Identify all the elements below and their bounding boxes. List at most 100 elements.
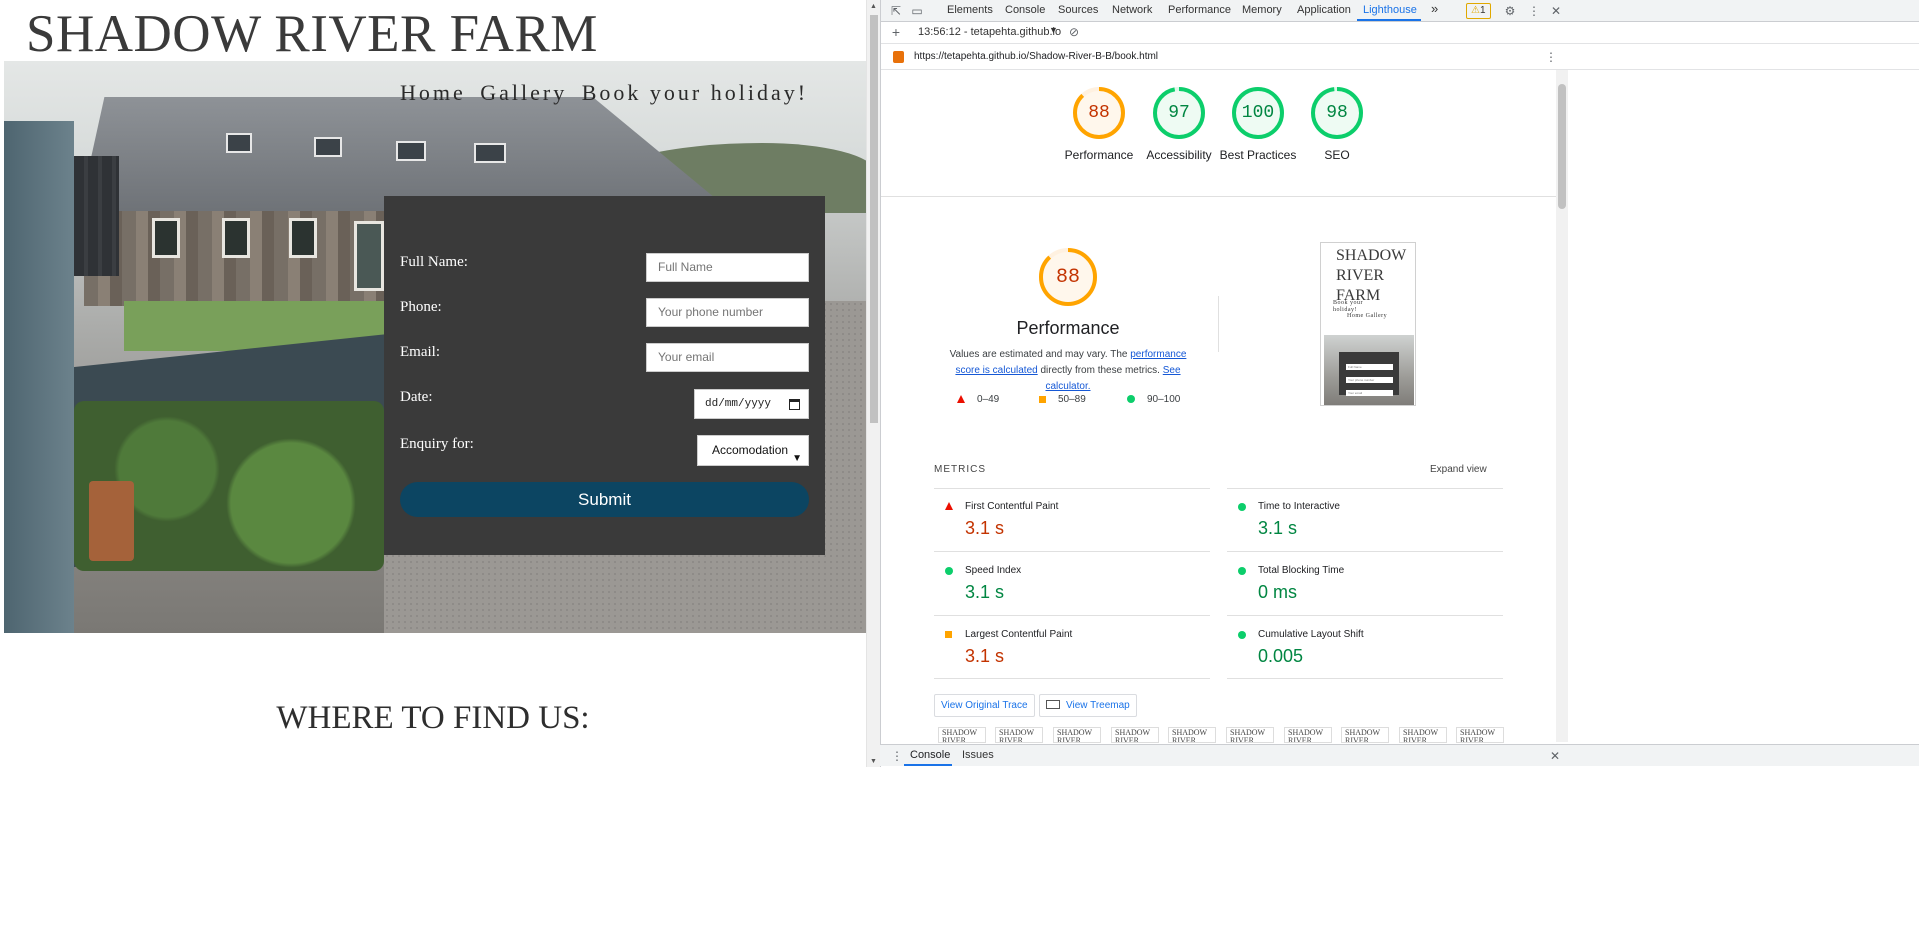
tab-sources[interactable]: Sources xyxy=(1058,4,1098,16)
metrics-heading: METRICS xyxy=(934,464,986,475)
active-tab-indicator xyxy=(1357,19,1421,21)
page-scrollbar[interactable]: ▲ ▼ xyxy=(866,0,880,767)
tab-console[interactable]: Console xyxy=(1005,4,1045,16)
full-name-input[interactable]: Full Name xyxy=(646,253,809,282)
pass-circle-icon xyxy=(1238,567,1246,575)
screenshot-field-1: Full Name xyxy=(1346,364,1393,370)
divider xyxy=(881,196,1556,197)
pass-circle-icon xyxy=(1127,395,1135,404)
pass-circle-icon xyxy=(1238,631,1246,639)
tab-application[interactable]: Application xyxy=(1297,4,1351,16)
tab-network[interactable]: Network xyxy=(1112,4,1152,16)
drawer-menu-icon[interactable]: ⋮ xyxy=(890,749,904,763)
drawer-active-indicator xyxy=(904,764,952,766)
warning-count: 1 xyxy=(1479,5,1486,16)
drawer-tab-issues[interactable]: Issues xyxy=(962,749,994,761)
screenshot-field-2: Your phone number xyxy=(1346,377,1393,383)
screenshot-nav-1: Book your holiday! xyxy=(1333,300,1363,313)
chevron-down-icon: ▼ xyxy=(792,453,802,464)
filmstrip-frame: SHADOW RIVER xyxy=(1053,727,1101,743)
scroll-up-icon[interactable]: ▲ xyxy=(870,3,877,10)
close-icon[interactable]: ✕ xyxy=(1549,4,1563,18)
legend-fail-text: 0–49 xyxy=(977,394,1000,405)
nav-gallery[interactable]: Gallery xyxy=(480,80,567,105)
enquiry-label: Enquiry for: xyxy=(400,436,474,452)
label-performance: Performance xyxy=(1064,148,1134,162)
dropdown-icon[interactable]: ▼ xyxy=(1049,25,1058,35)
drawer-tab-console[interactable]: Console xyxy=(910,749,950,761)
filmstrip-frame: SHADOW RIVER xyxy=(1284,727,1332,743)
report-url[interactable]: https://tetapehta.github.io/Shadow-River… xyxy=(914,51,1158,62)
lighthouse-toolbar: + 13:56:12 - tetapehta.github.io ▼ ⊘ xyxy=(881,22,1919,44)
performance-note: Values are estimated and may vary. The p… xyxy=(936,347,1200,395)
date-input[interactable]: dd/mm/yyyy xyxy=(694,389,809,419)
score-accessibility: 97 xyxy=(1168,103,1190,123)
score-best-practices: 100 xyxy=(1241,103,1275,123)
metric-divider xyxy=(934,488,1210,489)
label-accessibility: Accessibility xyxy=(1146,148,1212,162)
inspect-icon[interactable]: ⇱ xyxy=(889,4,903,18)
label-best-practices: Best Practices xyxy=(1219,148,1297,162)
scroll-down-icon[interactable]: ▼ xyxy=(870,758,877,765)
metric-name: Cumulative Layout Shift xyxy=(1258,629,1364,640)
vertical-divider xyxy=(1218,296,1219,352)
fail-triangle-icon xyxy=(957,395,965,404)
booking-form: Full Name: Full Name Phone: Your phone n… xyxy=(384,196,825,555)
view-trace-button[interactable]: View Original Trace xyxy=(934,694,1035,717)
tab-memory[interactable]: Memory xyxy=(1242,4,1282,16)
phone-label: Phone: xyxy=(400,299,442,315)
enquiry-select[interactable]: Accomodation ▼ xyxy=(697,435,809,466)
filmstrip-frame: SHADOW RIVER xyxy=(938,727,986,743)
treemap-icon xyxy=(1046,700,1060,709)
clear-icon[interactable]: ⊘ xyxy=(1067,25,1081,39)
phone-input[interactable]: Your phone number xyxy=(646,298,809,327)
note-text: Values are estimated and may vary. The xyxy=(949,349,1128,360)
calendar-icon[interactable] xyxy=(789,399,800,410)
view-treemap-button[interactable]: View Treemap xyxy=(1039,694,1137,717)
expand-view-button[interactable]: Expand view xyxy=(1430,464,1487,475)
device-toolbar-icon[interactable]: ▭ xyxy=(910,4,924,18)
legend-fail: 0–49 xyxy=(957,394,999,405)
report-selector[interactable]: 13:56:12 - tetapehta.github.io xyxy=(918,26,1061,38)
filmstrip-frame: SHADOW RIVER xyxy=(1399,727,1447,743)
tab-lighthouse[interactable]: Lighthouse xyxy=(1363,4,1417,16)
submit-button[interactable]: Submit xyxy=(400,482,809,517)
metric-value: 3.1 s xyxy=(965,518,1005,538)
final-screenshot[interactable]: SHADOW RIVER FARM Book your holiday! Hom… xyxy=(1320,242,1416,406)
enquiry-selected: Accomodation xyxy=(712,443,789,457)
metric-value: 3.1 s xyxy=(1258,518,1298,538)
metric-value: 3.1 s xyxy=(965,582,1005,602)
label-seo: SEO xyxy=(1324,148,1350,162)
devtools-tab-bar: ⇱ ▭ Elements Console Sources Network Per… xyxy=(881,0,1919,22)
drawer-close-icon[interactable]: ✕ xyxy=(1548,749,1562,763)
full-name-label: Full Name: xyxy=(400,254,468,270)
pass-circle-icon xyxy=(1238,503,1246,511)
nav-book[interactable]: Book your holiday! xyxy=(582,80,808,105)
page-scrollbar-thumb[interactable] xyxy=(870,15,878,423)
metric-divider xyxy=(1227,551,1503,552)
warning-badge[interactable]: ⚠1 xyxy=(1466,3,1491,19)
score-performance: 88 xyxy=(1088,103,1110,123)
gear-icon[interactable]: ⚙ xyxy=(1503,4,1517,18)
metric-value: 3.1 s xyxy=(965,646,1005,666)
tab-elements[interactable]: Elements xyxy=(947,4,993,16)
tab-performance[interactable]: Performance xyxy=(1168,4,1231,16)
devtools-scrollbar[interactable] xyxy=(1556,70,1568,742)
report-menu-icon[interactable]: ⋮ xyxy=(1544,50,1558,64)
metric-name: Total Blocking Time xyxy=(1258,565,1345,576)
plus-icon[interactable]: + xyxy=(889,25,903,39)
more-tabs-icon[interactable]: » xyxy=(1431,1,1438,16)
more-options-icon[interactable]: ⋮ xyxy=(1527,4,1541,18)
performance-score-large: 88 xyxy=(1055,266,1080,289)
view-treemap-label: View Treemap xyxy=(1066,700,1130,711)
note-text-2: directly from these metrics. xyxy=(1040,365,1160,376)
fail-triangle-icon xyxy=(945,502,953,510)
report-url-bar: https://tetapehta.github.io/Shadow-River… xyxy=(881,44,1919,70)
blank-area xyxy=(0,767,1919,937)
site-title: SHADOW RIVER FARM xyxy=(26,5,598,63)
email-input[interactable]: Your email xyxy=(646,343,809,372)
filmstrip-frame: SHADOW RIVER xyxy=(1226,727,1274,743)
devtools-scrollbar-thumb[interactable] xyxy=(1558,84,1566,209)
warning-icon: ⚠ xyxy=(1471,5,1480,16)
nav-home[interactable]: Home xyxy=(400,80,466,105)
